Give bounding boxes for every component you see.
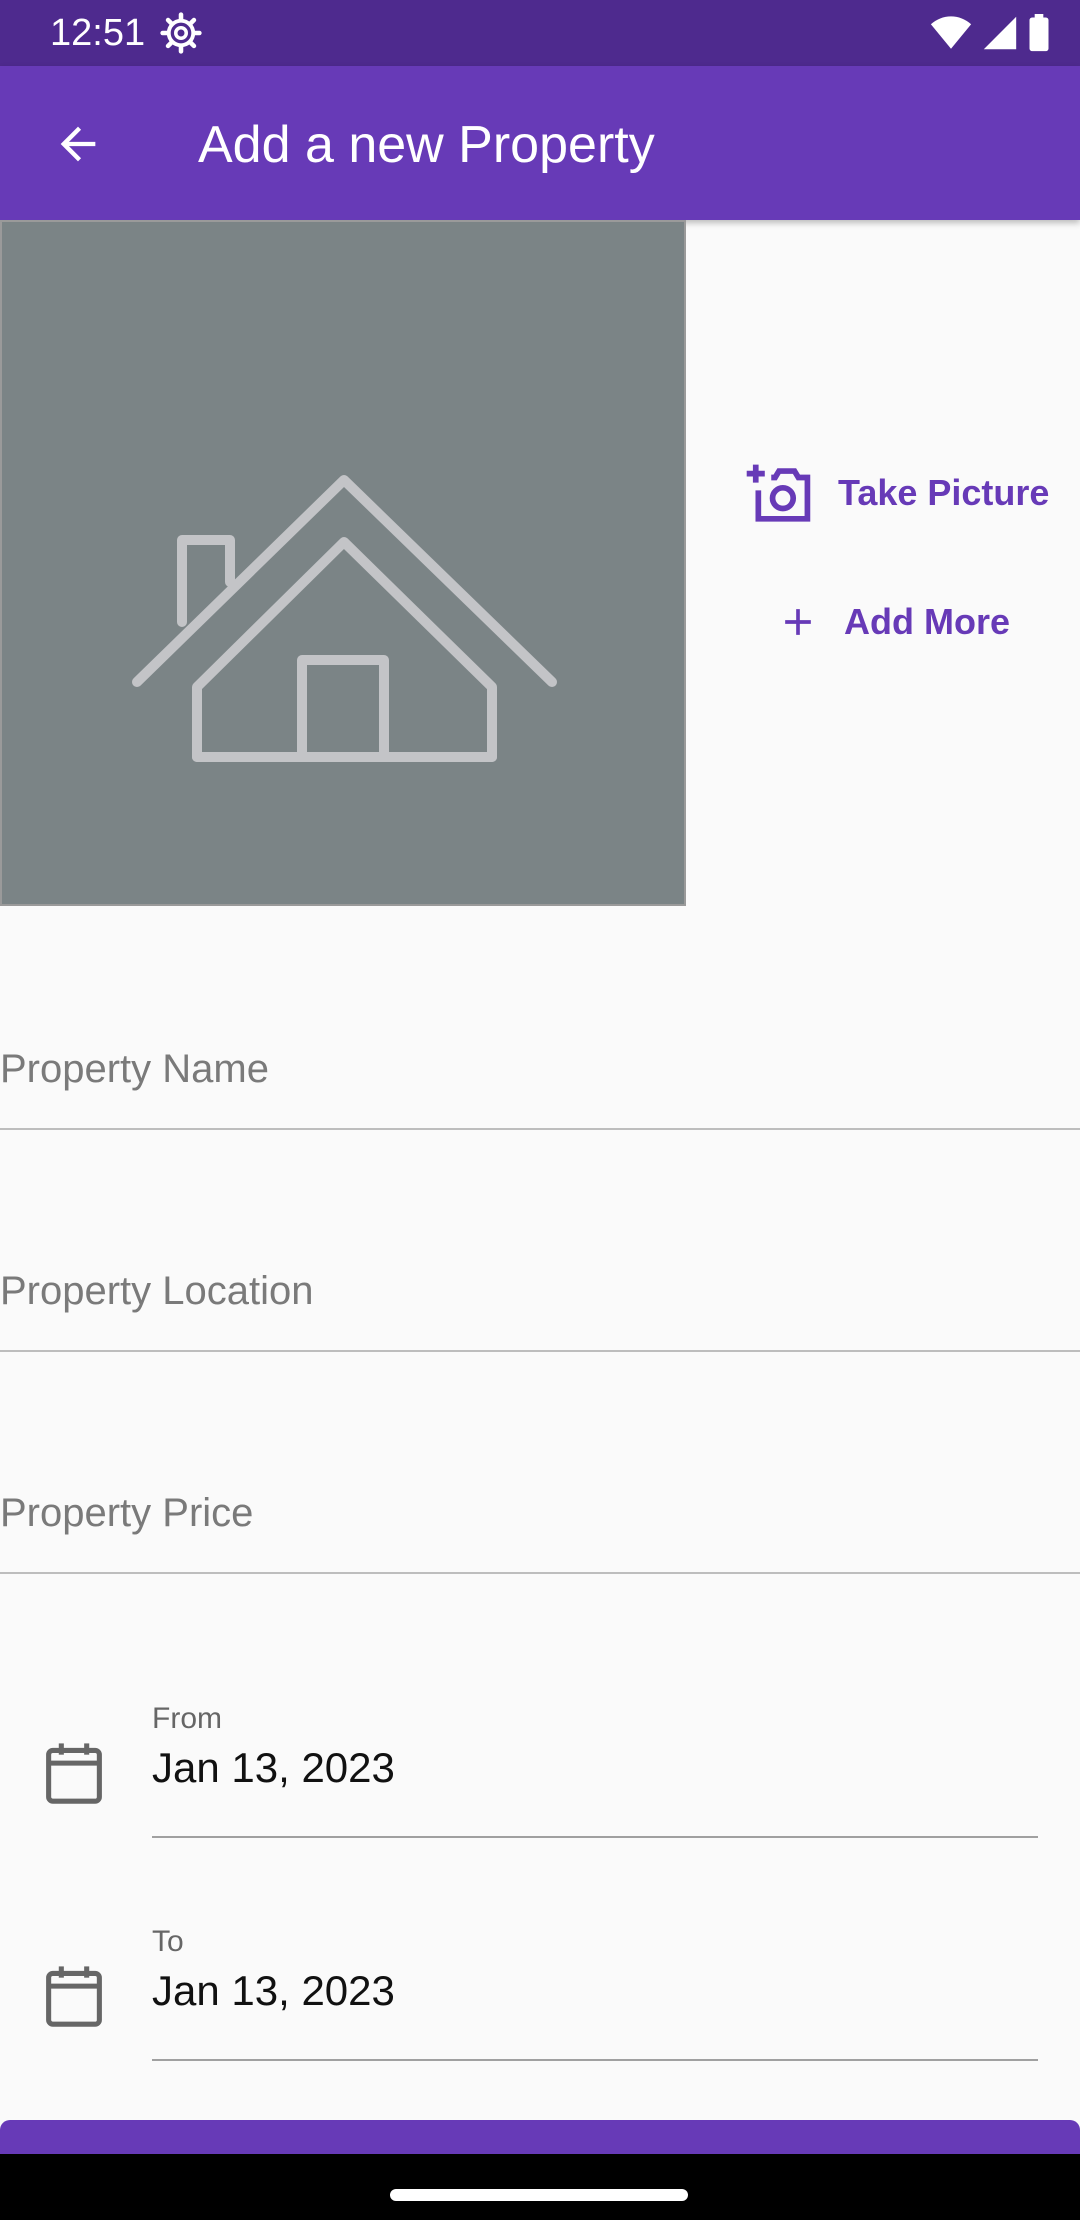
property-location-input[interactable] <box>0 1269 1080 1314</box>
to-underline <box>152 2059 1038 2061</box>
cell-signal-icon <box>983 16 1017 50</box>
battery-icon <box>1029 14 1049 52</box>
add-more-button[interactable]: Add More <box>776 600 1010 644</box>
submit-button[interactable] <box>0 2120 1080 2156</box>
wifi-icon <box>930 16 972 49</box>
property-location-field[interactable] <box>0 1252 1080 1352</box>
to-date-value[interactable]: Jan 13, 2023 <box>152 1967 395 2015</box>
property-name-input[interactable] <box>0 1047 1080 1092</box>
plus-icon <box>785 609 811 635</box>
app-bar: Add a new Property <box>0 66 1080 220</box>
back-button[interactable] <box>40 106 116 182</box>
add-camera-icon <box>746 464 811 522</box>
calendar-icon <box>46 1743 102 1804</box>
take-picture-label: Take Picture <box>838 472 1050 513</box>
to-label: To <box>152 1925 184 1958</box>
status-bar: 12:51 <box>0 0 1080 66</box>
from-label: From <box>152 1702 222 1735</box>
status-indicators <box>930 12 1050 54</box>
property-price-input[interactable] <box>0 1491 1080 1536</box>
system-nav-bar <box>0 2154 1080 2220</box>
property-name-field[interactable] <box>0 1030 1080 1130</box>
add-more-label: Add More <box>844 601 1010 642</box>
home-gesture-handle[interactable] <box>390 2189 688 2201</box>
property-price-field[interactable] <box>0 1474 1080 1574</box>
settings-gear-icon <box>160 12 202 54</box>
page-title: Add a new Property <box>198 116 655 174</box>
status-time: 12:51 <box>50 12 146 54</box>
arrow-back-icon <box>60 126 96 162</box>
from-underline <box>152 1836 1038 1838</box>
house-icon <box>132 475 557 762</box>
from-date-value[interactable]: Jan 13, 2023 <box>152 1744 395 1792</box>
from-date-picker[interactable]: From Jan 13, 2023 <box>0 1702 1080 1838</box>
calendar-icon <box>46 1966 102 2027</box>
property-photo[interactable] <box>0 220 686 906</box>
take-picture-button[interactable]: Take Picture <box>744 462 1049 524</box>
to-date-picker[interactable]: To Jan 13, 2023 <box>0 1925 1080 2061</box>
